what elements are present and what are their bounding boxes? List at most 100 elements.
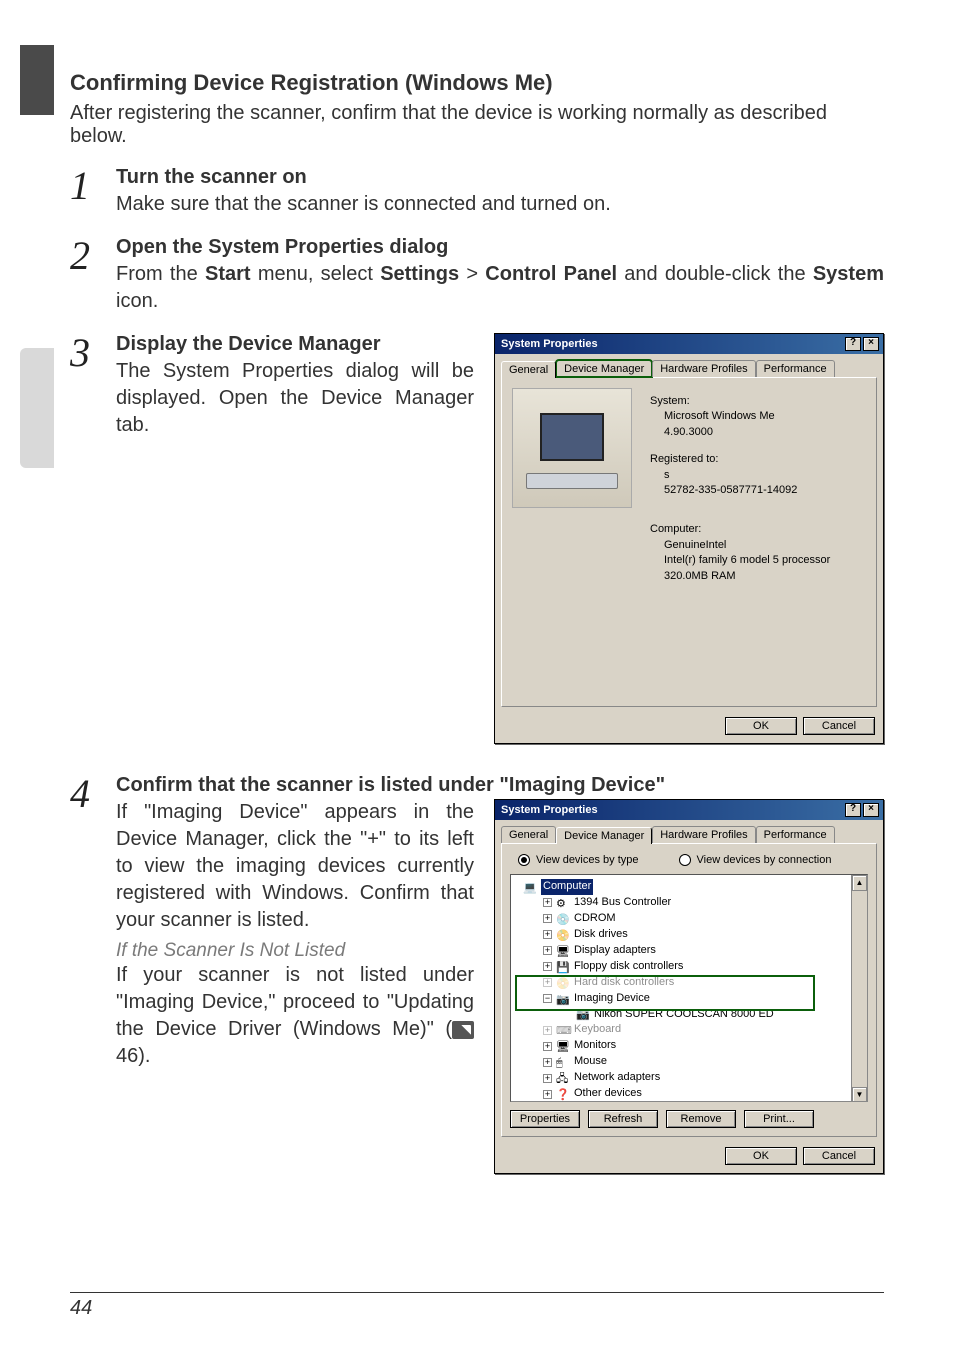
step-number: 3 — [70, 333, 100, 744]
tab-hardware-profiles[interactable]: Hardware Profiles — [652, 360, 755, 377]
registered-value: s — [650, 468, 866, 483]
refresh-button[interactable]: Refresh — [588, 1110, 658, 1128]
expand-icon[interactable]: + — [543, 978, 552, 987]
device-manager-panel: View devices by type View devices by con… — [501, 843, 877, 1137]
tab-general[interactable]: General — [501, 826, 556, 843]
step-desc: Make sure that the scanner is connected … — [116, 191, 884, 218]
system-properties-dialog-devicemanager: System Properties ? × General Device Man… — [494, 799, 884, 1174]
tree-label: Imaging Device — [574, 991, 650, 1007]
computer-label: Computer: — [650, 522, 866, 537]
expand-icon[interactable]: + — [543, 898, 552, 907]
computer-value: Intel(r) family 6 model 5 processor — [650, 553, 866, 568]
vertical-tab-dark — [20, 45, 54, 115]
radio-label: View devices by connection — [697, 854, 832, 866]
expand-icon[interactable]: + — [543, 1058, 552, 1067]
step-4: 4 Confirm that the scanner is listed und… — [70, 774, 884, 1174]
tree-node-scanner[interactable]: 📷Nikon SUPER COOLSCAN 8000 ED — [515, 1007, 863, 1023]
tree-label: Mouse — [574, 1054, 607, 1070]
expand-icon[interactable]: + — [543, 1042, 552, 1051]
ok-button[interactable]: OK — [725, 1147, 797, 1165]
step-title: Confirm that the scanner is listed under… — [116, 774, 884, 797]
tree-node[interactable]: +⌨Keyboard — [515, 1022, 863, 1038]
scroll-up-icon[interactable]: ▲ — [852, 875, 867, 891]
expand-icon[interactable]: + — [543, 962, 552, 971]
properties-button[interactable]: Properties — [510, 1110, 580, 1128]
tree-label: Nikon SUPER COOLSCAN 8000 ED — [594, 1007, 774, 1023]
device-tree[interactable]: 💻 Computer +⚙1394 Bus Controller +💿CDROM… — [510, 874, 868, 1102]
tree-label: Other devices — [574, 1086, 642, 1102]
print-button[interactable]: Print... — [744, 1110, 814, 1128]
tree-node-imaging[interactable]: −📷Imaging Device — [515, 991, 863, 1007]
system-label: System: — [650, 394, 866, 409]
tree-node[interactable]: +🖧Network adapters — [515, 1070, 863, 1086]
step-number: 2 — [70, 236, 100, 315]
close-button[interactable]: × — [863, 803, 879, 817]
harddisk-icon: 📀 — [556, 977, 570, 989]
step-2: 2 Open the System Properties dialog From… — [70, 236, 884, 315]
remove-button[interactable]: Remove — [666, 1110, 736, 1128]
system-value: Microsoft Windows Me — [650, 409, 866, 424]
window-title: System Properties — [501, 338, 598, 350]
step-1: 1 Turn the scanner on Make sure that the… — [70, 166, 884, 218]
tree-node[interactable]: +⚙1394 Bus Controller — [515, 895, 863, 911]
radio-view-by-type[interactable]: View devices by type — [518, 854, 639, 866]
titlebar[interactable]: System Properties ? × — [495, 334, 883, 354]
expand-icon[interactable]: + — [543, 946, 552, 955]
expand-icon[interactable]: + — [543, 930, 552, 939]
expand-icon[interactable]: + — [543, 1090, 552, 1099]
cdrom-icon: 💿 — [556, 913, 570, 925]
tree-node[interactable]: +🖱Mouse — [515, 1054, 863, 1070]
tree-node[interactable]: +🖥Display adapters — [515, 943, 863, 959]
tab-device-manager[interactable]: Device Manager — [556, 827, 652, 844]
system-properties-dialog-general: System Properties ? × General Device Man… — [494, 333, 884, 744]
scrollbar[interactable]: ▲ ▼ — [851, 875, 867, 1101]
step-title: Open the System Properties dialog — [116, 236, 884, 259]
ok-button[interactable]: OK — [725, 717, 797, 735]
step-title: Display the Device Manager — [116, 333, 474, 356]
tree-node[interactable]: + 📀 Hard disk controllers — [515, 975, 863, 991]
tree-label: Hard disk controllers — [574, 975, 674, 991]
intro-text: After registering the scanner, confirm t… — [70, 102, 884, 148]
tab-hardware-profiles[interactable]: Hardware Profiles — [652, 826, 755, 843]
cancel-button[interactable]: Cancel — [803, 1147, 875, 1165]
page-number: 44 — [70, 1292, 884, 1320]
tree-label: 1394 Bus Controller — [574, 895, 671, 911]
tree-node[interactable]: +❓Other devices — [515, 1086, 863, 1102]
step-title: Turn the scanner on — [116, 166, 884, 189]
step-desc: If "Imaging Device" appears in the Devic… — [116, 799, 474, 934]
tree-node[interactable]: +📀Disk drives — [515, 927, 863, 943]
help-button[interactable]: ? — [845, 337, 861, 351]
step-number: 1 — [70, 166, 100, 218]
close-button[interactable]: × — [863, 337, 879, 351]
tab-device-manager[interactable]: Device Manager — [556, 360, 652, 377]
help-button[interactable]: ? — [845, 803, 861, 817]
scroll-down-icon[interactable]: ▼ — [852, 1087, 867, 1102]
step-desc: The System Properties dialog will be dis… — [116, 358, 474, 439]
cancel-button[interactable]: Cancel — [803, 717, 875, 735]
expand-icon[interactable]: + — [543, 1074, 552, 1083]
tree-label: Disk drives — [574, 927, 628, 943]
tree-root[interactable]: 💻 Computer — [515, 879, 863, 895]
expand-icon[interactable]: + — [543, 914, 552, 923]
tree-node[interactable]: +🖥Monitors — [515, 1038, 863, 1054]
radio-dot-icon — [679, 854, 691, 866]
expand-icon[interactable]: + — [543, 1026, 552, 1035]
step-3: 3 Display the Device Manager The System … — [70, 333, 884, 744]
tree-label: Floppy disk controllers — [574, 959, 683, 975]
tree-label: Network adapters — [574, 1070, 660, 1086]
sub-section-desc: If your scanner is not listed under "Ima… — [116, 962, 474, 1070]
collapse-icon[interactable]: − — [543, 994, 552, 1003]
titlebar[interactable]: System Properties ? × — [495, 800, 883, 820]
step-number: 4 — [70, 774, 100, 1174]
tree-label: Monitors — [574, 1038, 616, 1054]
tab-strip: General Device Manager Hardware Profiles… — [495, 820, 883, 843]
radio-view-by-connection[interactable]: View devices by connection — [679, 854, 832, 866]
vertical-tab-light — [20, 348, 54, 468]
window-title: System Properties — [501, 804, 598, 816]
tab-performance[interactable]: Performance — [756, 360, 835, 377]
tab-performance[interactable]: Performance — [756, 826, 835, 843]
tab-general[interactable]: General — [501, 361, 556, 378]
tree-node[interactable]: +💿CDROM — [515, 911, 863, 927]
tree-node[interactable]: +💾Floppy disk controllers — [515, 959, 863, 975]
sub-section-title: If the Scanner Is Not Listed — [116, 940, 474, 962]
